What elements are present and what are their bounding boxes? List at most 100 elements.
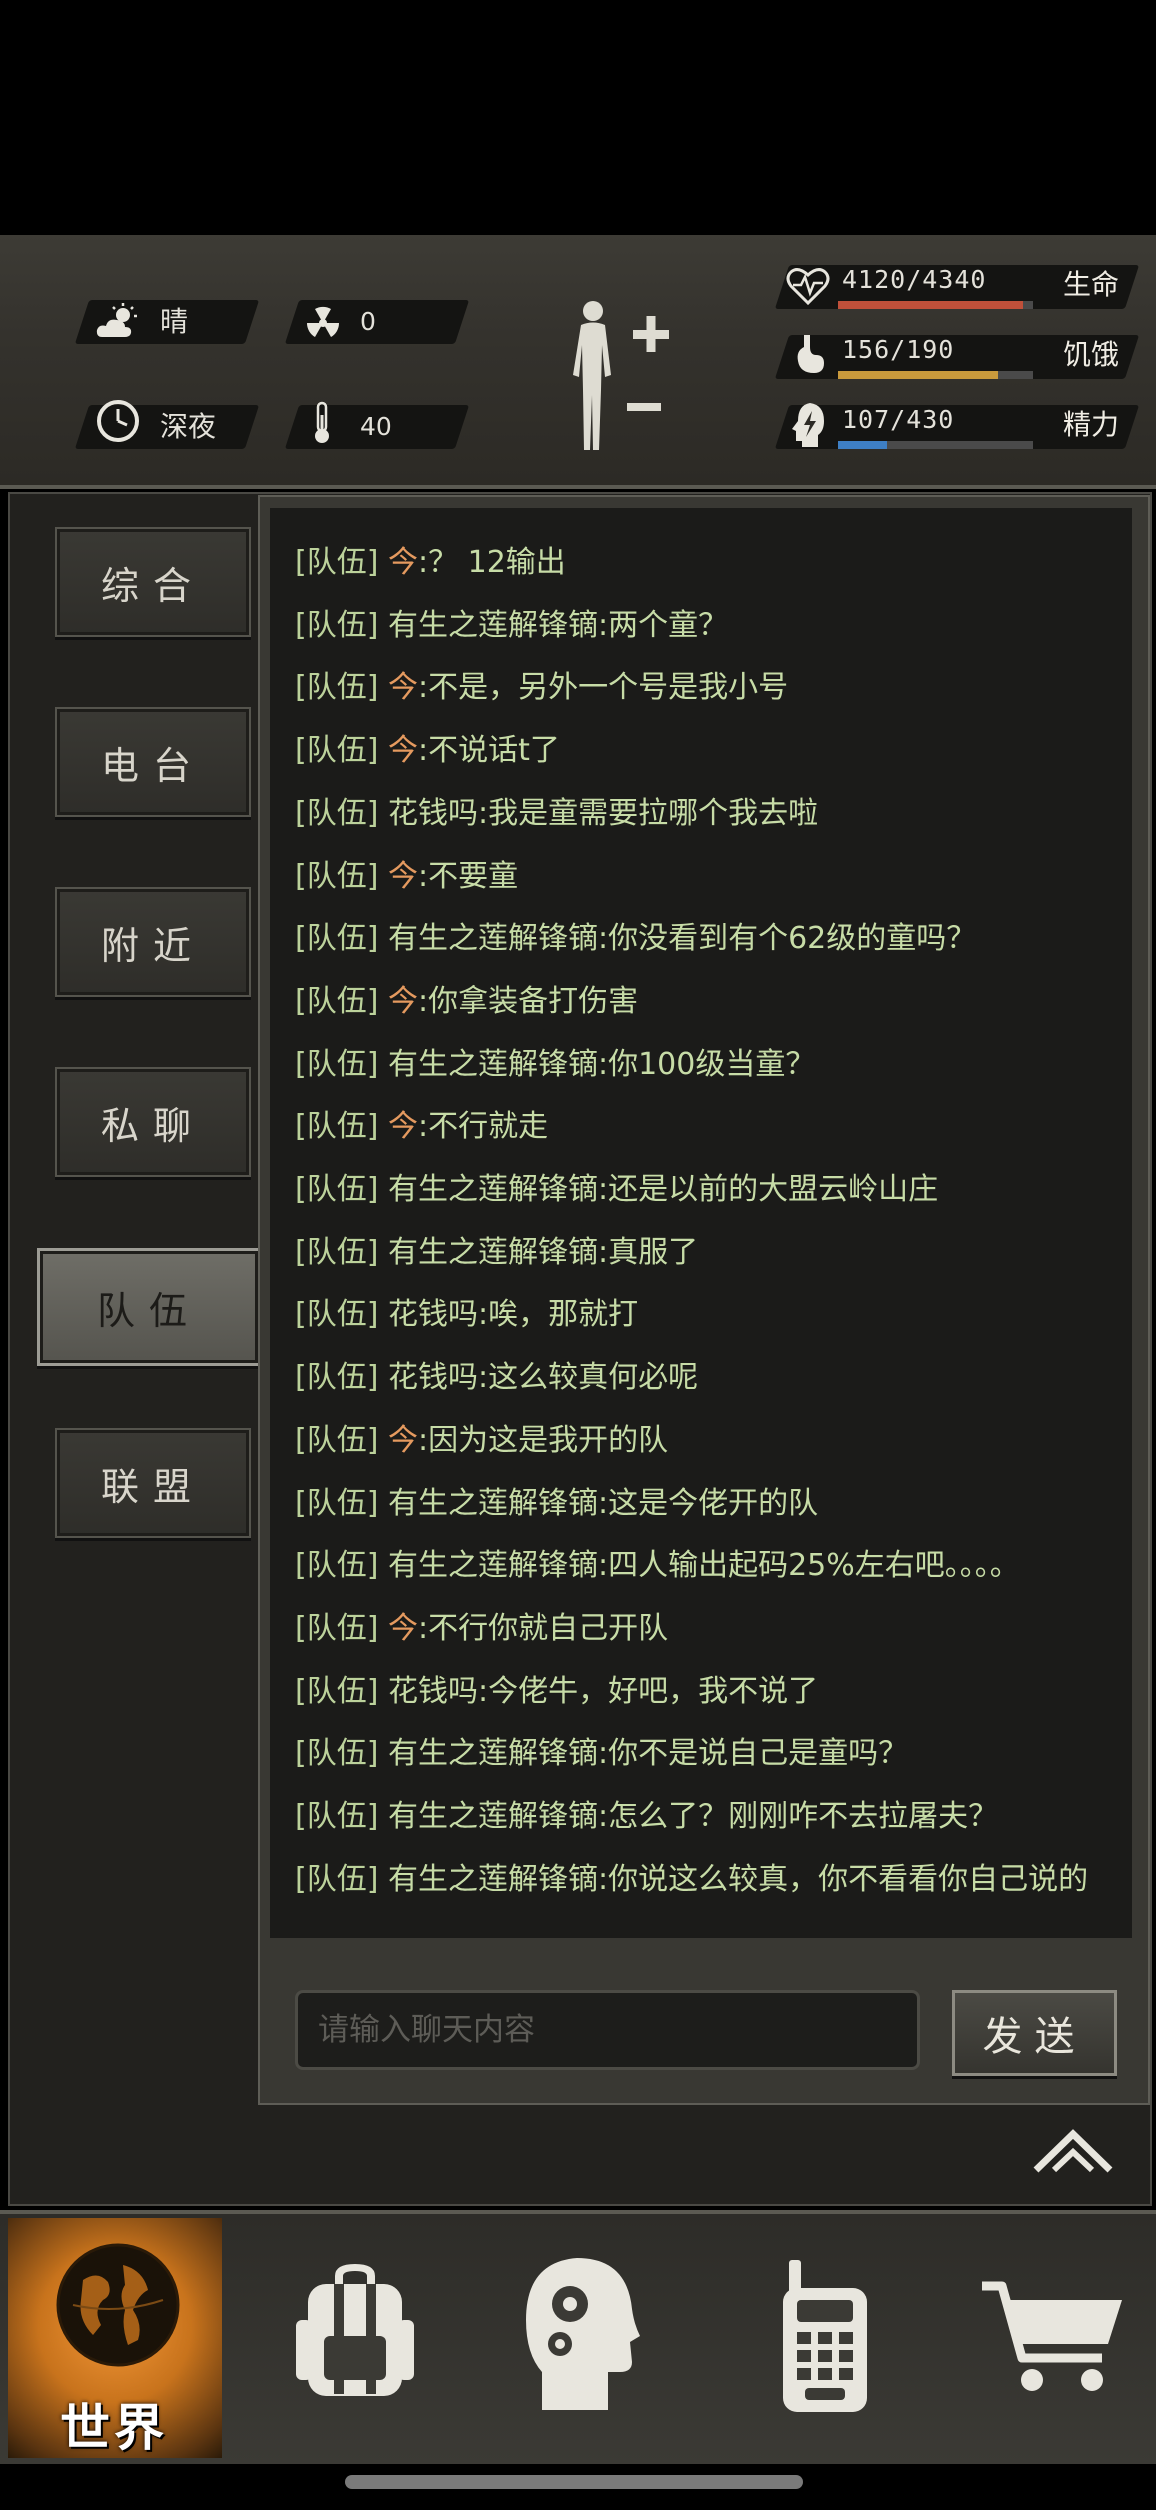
tab-private[interactable]: 私聊 xyxy=(55,1067,251,1177)
nav-skills-button[interactable] xyxy=(500,2218,710,2458)
chat-message: [队伍] 今:不行就走 xyxy=(295,1102,548,1152)
message-channel: [队伍] xyxy=(295,983,379,1019)
message-sender[interactable]: 有生之莲解锋镝 xyxy=(388,608,598,643)
hunger-label: 饥饿 xyxy=(1063,338,1120,371)
send-button[interactable]: 发送 xyxy=(952,1990,1117,2076)
double-chevron-up-icon[interactable] xyxy=(1030,2120,1116,2180)
message-text: :唉，那就打 xyxy=(477,1297,639,1333)
message-channel: [队伍] xyxy=(295,1297,379,1333)
message-text: :我是童需要拉哪个我去啦 xyxy=(477,795,819,831)
message-sender[interactable]: 今 xyxy=(388,1611,418,1646)
weather-sun-cloud-icon xyxy=(96,303,140,345)
message-text: :还是以前的大盟云岭山庄 xyxy=(597,1172,939,1207)
message-text: :怎么了？刚刚咋不去拉屠夫？ xyxy=(597,1799,999,1834)
globe-icon xyxy=(53,2240,183,2374)
message-channel: [队伍] xyxy=(295,1109,379,1145)
message-text: :两个童？ xyxy=(597,607,729,643)
chat-message: [队伍] 今:？ 12输出 xyxy=(295,538,566,588)
tab-nearby[interactable]: 附近 xyxy=(55,887,251,997)
chat-message: [队伍] 有生之莲解锋镝:还是以前的大盟云岭山庄 xyxy=(295,1165,938,1215)
message-text: :不说话t了 xyxy=(417,733,560,769)
chat-message: [队伍] 今:不是，另外一个号是我小号 xyxy=(295,663,788,713)
status-bar: 晴 0 深夜 40 4120/4340 生命 156/190 饥饿 107/43… xyxy=(0,235,1156,489)
weather-label: 晴 xyxy=(160,305,189,338)
message-text: :？ 12输出 xyxy=(417,545,566,580)
message-text: :不是，另外一个号是我小号 xyxy=(417,670,789,706)
message-sender[interactable]: 有生之莲解锋镝 xyxy=(388,1736,598,1771)
nav-world-button[interactable]: 世界 xyxy=(8,2218,222,2458)
chat-message: [队伍] 花钱吗:这么较真何必呢 xyxy=(295,1353,698,1403)
message-sender[interactable]: 有生之莲解锋镝 xyxy=(388,1862,598,1897)
message-sender[interactable]: 有生之莲解锋镝 xyxy=(388,1235,598,1270)
message-sender[interactable]: 有生之莲解锋镝 xyxy=(388,921,598,956)
backpack-icon xyxy=(290,2258,420,2412)
message-text: :你不是说自己是童吗？ xyxy=(597,1736,909,1772)
chat-input[interactable]: 请输入聊天内容 xyxy=(295,1990,920,2070)
message-channel: [队伍] xyxy=(295,1548,379,1584)
time-of-day-label: 深夜 xyxy=(160,410,217,443)
message-text: :真服了 xyxy=(597,1234,699,1270)
chat-message: [队伍] 花钱吗:唉，那就打 xyxy=(295,1290,638,1340)
tab-team[interactable]: 队伍 xyxy=(37,1248,261,1366)
message-sender[interactable]: 花钱吗 xyxy=(388,796,478,831)
body-figure-icon[interactable] xyxy=(555,295,675,459)
chat-message: [队伍] 花钱吗:我是童需要拉哪个我去啦 xyxy=(295,789,818,839)
tab-general[interactable]: 综合 xyxy=(55,527,251,637)
chat-message: [队伍] 有生之莲解锋镝:你没看到有个62级的童吗？ xyxy=(295,914,976,964)
nav-world-label: 世界 xyxy=(60,2399,168,2457)
hunger-value: 156/190 xyxy=(842,335,955,364)
message-sender[interactable]: 今 xyxy=(388,1109,418,1144)
message-sender[interactable]: 花钱吗 xyxy=(388,1674,478,1709)
tab-alliance[interactable]: 联盟 xyxy=(55,1428,251,1538)
nav-radio-button[interactable] xyxy=(730,2218,940,2458)
stomach-icon xyxy=(790,333,830,383)
energy-label: 精力 xyxy=(1063,408,1120,441)
message-text: :你没看到有个62级的童吗？ xyxy=(597,921,977,957)
chat-message: [队伍] 有生之莲解锋镝:你不是说自己是童吗？ xyxy=(295,1729,908,1779)
nav-shop-button[interactable] xyxy=(960,2218,1156,2458)
tab-radio[interactable]: 电台 xyxy=(55,707,251,817)
message-channel: [队伍] xyxy=(295,1736,379,1772)
message-text: :这么较真何必呢 xyxy=(477,1360,699,1396)
message-text: :你100级当童？ xyxy=(597,1046,816,1082)
message-sender[interactable]: 有生之莲解锋镝 xyxy=(388,1799,598,1834)
temperature-value: 40 xyxy=(360,412,392,441)
chat-message-list[interactable]: [队伍] 今:？ 12输出 [队伍] 有生之莲解锋镝:两个童？ [队伍] 今:不是，… xyxy=(270,508,1132,1938)
message-sender[interactable]: 今 xyxy=(388,1423,418,1458)
chat-message: [队伍] 今:因为这是我开的队 xyxy=(295,1416,668,1466)
message-channel: [队伍] xyxy=(295,1046,379,1082)
chat-message: [队伍] 今:不要童 xyxy=(295,852,518,902)
chat-message: [队伍] 有生之莲解锋镝:怎么了？刚刚咋不去拉屠夫？ xyxy=(295,1792,998,1842)
message-channel: [队伍] xyxy=(295,858,379,894)
health-label: 生命 xyxy=(1063,268,1120,301)
message-channel: [队伍] xyxy=(295,1172,379,1207)
message-channel: [队伍] xyxy=(295,795,379,831)
message-text: :今佬牛，好吧，我不说了 xyxy=(477,1673,819,1709)
message-sender[interactable]: 花钱吗 xyxy=(388,1297,478,1332)
message-sender[interactable]: 今 xyxy=(388,670,418,705)
chat-message: [队伍] 有生之莲解锋镝:真服了 xyxy=(295,1228,698,1278)
message-sender[interactable]: 有生之莲解锋镝 xyxy=(388,1172,598,1207)
energy-bar xyxy=(838,441,1033,449)
chat-message: [队伍] 今:不行你就自己开队 xyxy=(295,1604,668,1654)
message-channel: [队伍] xyxy=(295,1610,379,1646)
message-sender[interactable]: 花钱吗 xyxy=(388,1360,478,1395)
message-channel: [队伍] xyxy=(295,1422,379,1458)
message-sender[interactable]: 今 xyxy=(388,545,418,580)
message-sender[interactable]: 今 xyxy=(388,859,418,894)
message-text: :因为这是我开的队 xyxy=(417,1422,669,1458)
message-sender[interactable]: 有生之莲解锋镝 xyxy=(388,1047,598,1082)
message-sender[interactable]: 有生之莲解锋镝 xyxy=(388,1548,598,1583)
nav-inventory-button[interactable] xyxy=(270,2218,480,2458)
message-sender[interactable]: 今 xyxy=(388,984,418,1019)
message-sender[interactable]: 今 xyxy=(388,733,418,768)
health-value: 4120/4340 xyxy=(842,265,987,294)
message-channel: [队伍] xyxy=(295,1485,379,1521)
home-indicator[interactable] xyxy=(345,2475,803,2489)
thermometer-icon xyxy=(310,401,334,449)
head-gears-icon xyxy=(522,2254,642,2418)
chat-message: [队伍] 今:不说话t了 xyxy=(295,726,560,776)
message-channel: [队伍] xyxy=(295,607,379,643)
message-text: :不要童 xyxy=(417,858,519,894)
message-sender[interactable]: 有生之莲解锋镝 xyxy=(388,1486,598,1521)
